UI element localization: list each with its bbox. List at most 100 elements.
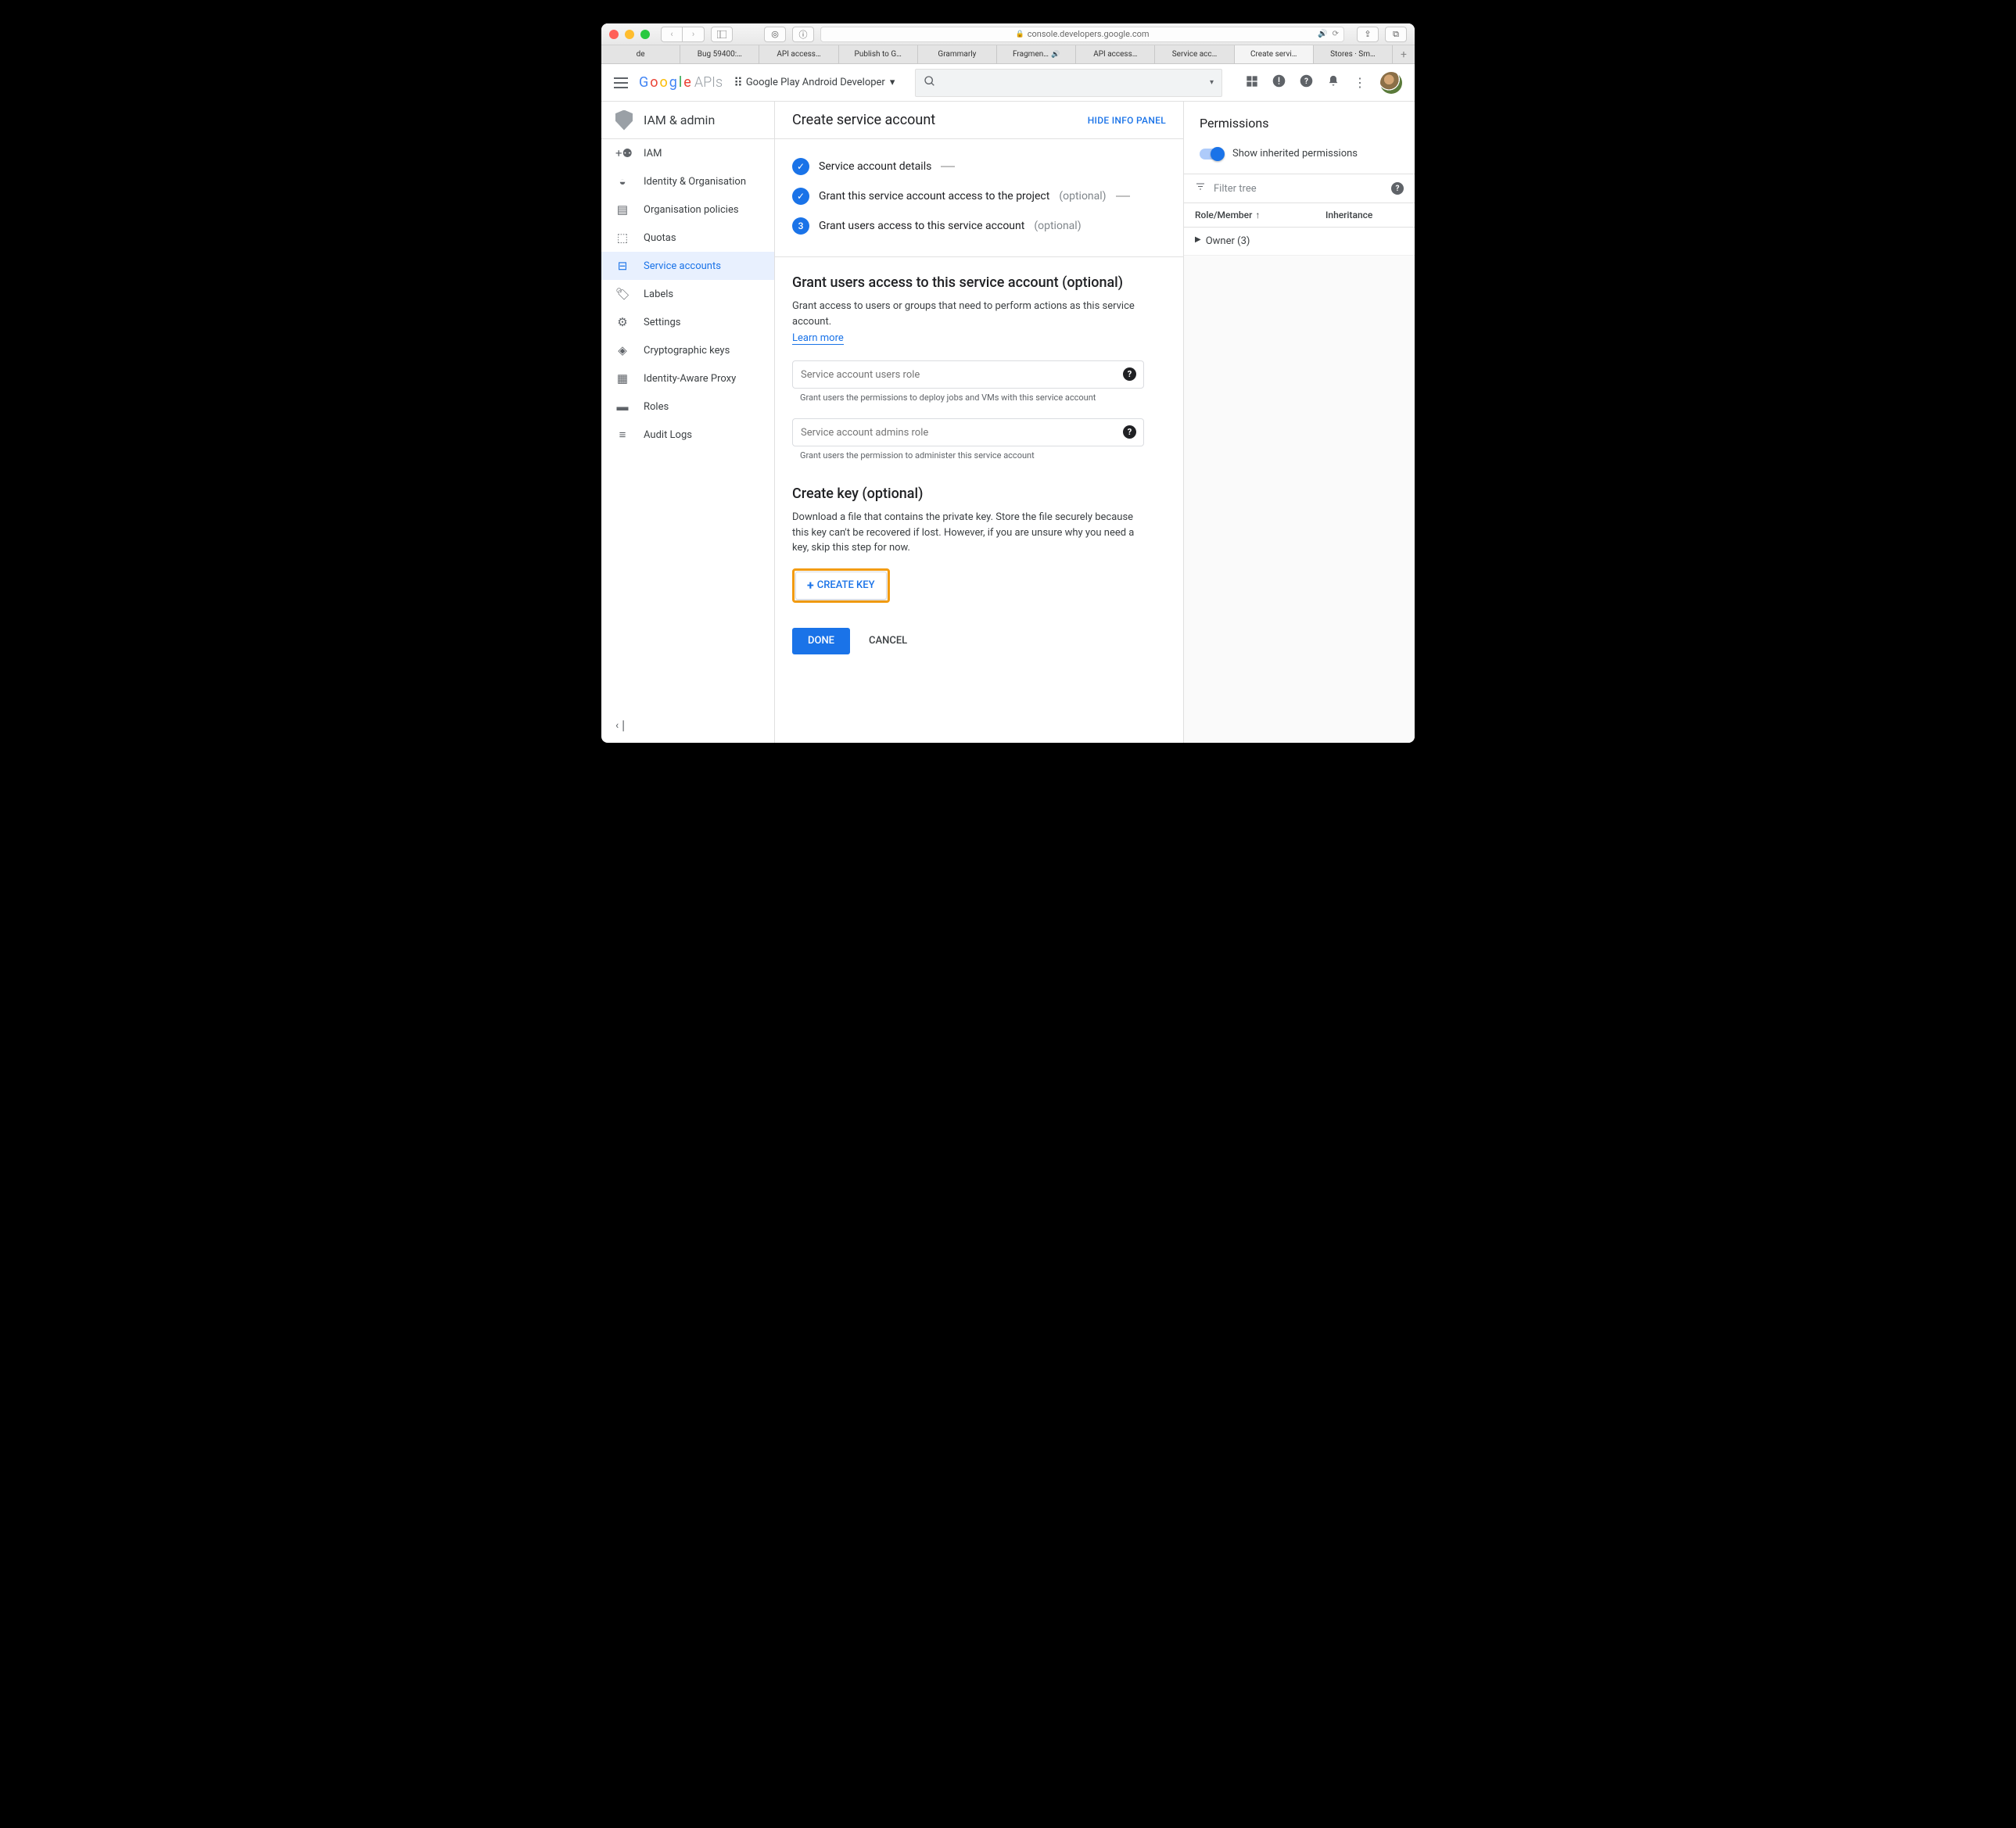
hide-info-panel-button[interactable]: HIDE INFO PANEL <box>1088 115 1166 126</box>
filter-row[interactable]: Filter tree ? <box>1184 174 1415 203</box>
header-icons: ? ⋮ <box>1246 72 1402 94</box>
alert-icon[interactable] <box>1272 74 1286 91</box>
document-icon: ▤ <box>615 203 630 217</box>
sidebar-item-quotas[interactable]: ⬚Quotas <box>601 224 774 252</box>
menu-icon[interactable] <box>614 77 628 88</box>
lock-icon: 🔒 <box>1016 30 1024 38</box>
help-icon[interactable]: ? <box>1300 74 1313 91</box>
sidebar-item-settings[interactable]: ⚙Settings <box>601 308 774 336</box>
help-icon[interactable]: ? <box>1123 425 1136 439</box>
key-icon: ⊟ <box>615 259 630 273</box>
sidebar-item-label: Organisation policies <box>644 204 739 216</box>
audio-icon: 🔊 <box>1051 51 1060 59</box>
learn-more-link[interactable]: Learn more <box>792 332 844 345</box>
person-icon: ◒ <box>615 174 630 188</box>
reader-button[interactable]: ⓘ <box>792 27 814 42</box>
column-inheritance[interactable]: Inheritance <box>1325 210 1404 220</box>
share-button[interactable]: ⇪ <box>1357 27 1379 42</box>
grant-users-section: Grant users access to this service accou… <box>775 257 1183 478</box>
sidebar-item-labels[interactable]: 🏷Labels <box>601 280 774 308</box>
sidebar-item-service-accounts[interactable]: ⊟ Service accounts <box>601 252 774 280</box>
search-box[interactable]: ▾ <box>915 69 1222 97</box>
notifications-icon[interactable] <box>1327 74 1340 91</box>
step-3[interactable]: 3 Grant users access to this service acc… <box>792 211 1166 241</box>
search-input[interactable] <box>942 77 1210 89</box>
sidebar-item-label: Identity-Aware Proxy <box>644 373 736 385</box>
more-icon[interactable]: ⋮ <box>1354 75 1366 90</box>
sidebar-icon <box>717 30 726 38</box>
forward-button[interactable]: › <box>683 27 705 42</box>
cancel-button[interactable]: CANCEL <box>869 635 907 647</box>
step-1[interactable]: Service account details <box>792 152 1166 181</box>
permissions-panel: Permissions Show inherited permissions F… <box>1183 102 1415 743</box>
users-role-input[interactable] <box>792 360 1144 389</box>
sidebar-item-crypto[interactable]: ◈Cryptographic keys <box>601 336 774 364</box>
sidebar-item-audit[interactable]: ≡ Audit Logs <box>601 421 774 449</box>
minimize-window[interactable] <box>625 30 634 39</box>
sidebar-item-label: Service accounts <box>644 260 721 272</box>
audio-icon[interactable]: 🔊 <box>1318 30 1327 38</box>
sidebar-header: IAM & admin <box>601 102 774 139</box>
gift-icon[interactable] <box>1246 75 1258 91</box>
reload-icon[interactable]: ⟳ <box>1333 30 1339 38</box>
new-tab-button[interactable]: + <box>1393 45 1415 63</box>
sidebar-item-roles[interactable]: ▬Roles <box>601 392 774 421</box>
browser-tab[interactable]: API access… <box>759 45 838 63</box>
help-icon[interactable]: ? <box>1391 182 1404 195</box>
google-apis-logo[interactable]: Google APIs <box>639 74 723 91</box>
close-window[interactable] <box>609 30 619 39</box>
sidebar-item-label: Roles <box>644 401 669 413</box>
column-role[interactable]: Role/Member ↑ <box>1195 210 1325 220</box>
browser-tab[interactable]: Service acc… <box>1155 45 1234 63</box>
app-header: Google APIs ⠿ Google Play Android Develo… <box>601 64 1415 102</box>
browser-tab[interactable]: Bug 59400:… <box>680 45 759 63</box>
toggle-label: Show inherited permissions <box>1232 148 1358 160</box>
browser-tab[interactable]: Stores · Sm… <box>1314 45 1393 63</box>
dropdown-icon[interactable]: ▾ <box>1210 78 1214 87</box>
avatar[interactable] <box>1380 72 1402 94</box>
shield-icon <box>615 110 633 131</box>
section-description: Download a file that contains the privat… <box>792 510 1136 556</box>
sidebar: IAM & admin +⚉IAM ◒Identity & Organisati… <box>601 102 775 743</box>
traffic-lights <box>609 30 650 39</box>
sidebar-item-label: Cryptographic keys <box>644 345 730 357</box>
browser-tab[interactable]: API access… <box>1076 45 1155 63</box>
sidebar-item-label: Quotas <box>644 232 676 244</box>
project-selector[interactable]: ⠿ Google Play Android Developer ▾ <box>734 75 895 90</box>
tabs-button[interactable]: ⧉ <box>1385 27 1407 42</box>
browser-tab-active[interactable]: Create servi… <box>1235 45 1314 63</box>
optional-label: (optional) <box>1059 190 1106 203</box>
sidebar-item-iam[interactable]: +⚉IAM <box>601 139 774 167</box>
sidebar-item-label: Audit Logs <box>644 429 692 441</box>
back-button[interactable]: ‹ <box>661 27 683 42</box>
help-icon[interactable]: ? <box>1123 367 1136 381</box>
browser-tab[interactable]: de <box>601 45 680 63</box>
nav-buttons: ‹ › <box>661 27 705 42</box>
sidebar-item-label: Settings <box>644 317 680 328</box>
browser-tab[interactable]: Grammarly <box>918 45 997 63</box>
sidebar-item-policies[interactable]: ▤ Organisation policies <box>601 195 774 224</box>
browser-tab[interactable]: Fragmen…🔊 <box>997 45 1076 63</box>
sidebar-item-iap[interactable]: ▦Identity-Aware Proxy <box>601 364 774 392</box>
step-2[interactable]: Grant this service account access to the… <box>792 181 1166 211</box>
toolbar-buttons: ◎ ⓘ <box>764 27 814 42</box>
table-row[interactable]: ▶ Owner (3) <box>1184 228 1415 256</box>
inherited-toggle-row: Show inherited permissions <box>1184 142 1415 174</box>
sidebar-item-identity[interactable]: ◒Identity & Organisation <box>601 167 774 195</box>
people-icon: +⚉ <box>615 146 630 160</box>
browser-tab[interactable]: Publish to G… <box>839 45 918 63</box>
maximize-window[interactable] <box>640 30 650 39</box>
create-key-button[interactable]: + CREATE KEY <box>795 572 887 600</box>
collapse-sidebar[interactable]: ‹❘ <box>615 719 628 732</box>
privacy-report-button[interactable]: ◎ <box>764 27 786 42</box>
sidebar-title: IAM & admin <box>644 113 715 127</box>
admins-role-input[interactable] <box>792 418 1144 446</box>
field-hint: Grant users the permission to administer… <box>792 450 1166 461</box>
list-icon: ≡ <box>615 428 630 442</box>
address-bar[interactable]: 🔒 console.developers.google.com 🔊 ⟳ <box>820 27 1344 42</box>
inherited-toggle[interactable] <box>1200 149 1223 160</box>
step-number-badge: 3 <box>792 217 809 235</box>
sidebar-toggle[interactable] <box>711 27 733 42</box>
highlight-annotation: + CREATE KEY <box>792 568 890 603</box>
done-button[interactable]: DONE <box>792 628 850 654</box>
